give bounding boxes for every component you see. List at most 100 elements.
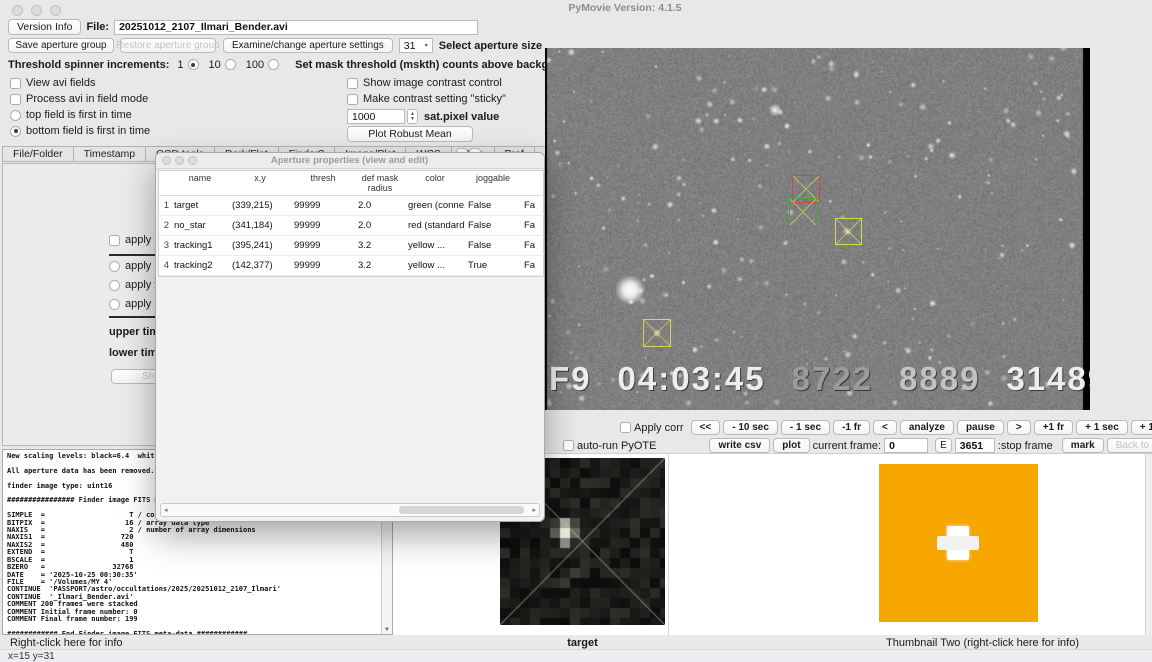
cell-thresh[interactable]: 99999 — [291, 236, 355, 256]
table-row[interactable]: 1 target (339,215) 99999 2.0 green (conne.. Fa… — [159, 196, 544, 216]
aperture-marker-target[interactable] — [789, 198, 817, 226]
top-field-radio[interactable] — [10, 109, 21, 121]
transport-button-1fr[interactable]: +1 fr — [1033, 420, 1074, 435]
cell-extra[interactable]: Fa — [521, 196, 544, 216]
stop-frame-input[interactable]: 3651 — [954, 438, 995, 453]
star-field-image[interactable]: F9 04:03:45 8722 8889 314899 — [545, 48, 1090, 410]
cell-color[interactable]: red (standard) — [405, 216, 465, 236]
scroll-left-icon[interactable]: ◂ — [164, 506, 168, 514]
tab-file-folder[interactable]: File/Folder — [2, 146, 74, 162]
cell-radius[interactable]: 2.0 — [355, 216, 405, 236]
transport-button-[interactable]: < — [872, 420, 897, 435]
file-input[interactable]: 20251012_2107_Ilmari_Bender.avi — [114, 19, 479, 35]
cell-thresh[interactable]: 99999 — [291, 196, 355, 216]
cell-joggable[interactable]: False — [465, 196, 521, 216]
transport-button-10sec[interactable]: - 10 sec — [723, 420, 778, 435]
transport-button-1sec[interactable]: + 1 sec — [1076, 420, 1128, 435]
bottom-field-radio[interactable] — [10, 125, 21, 137]
scrollbar-thumb[interactable] — [399, 506, 524, 514]
sticky-contrast-checkbox[interactable] — [347, 93, 358, 105]
scroll-down-icon[interactable]: ▼ — [384, 627, 390, 633]
threshold-radio-10[interactable] — [224, 59, 236, 70]
table-row[interactable]: 4 tracking2 (142,377) 99999 3.2 yellow ... Tru… — [159, 256, 544, 276]
back-to-mark-button[interactable]: Back to 'mark' — [1106, 438, 1152, 453]
cell-extra[interactable]: Fa — [521, 256, 544, 276]
show-contrast-checkbox[interactable] — [347, 77, 358, 89]
threshold-radio-100[interactable] — [268, 59, 280, 70]
cell-radius[interactable]: 3.2 — [355, 256, 405, 276]
apply-corr-label: Apply corr — [634, 421, 684, 434]
window-controls[interactable] — [12, 5, 61, 16]
write-csv-button[interactable]: write csv — [709, 438, 771, 453]
apply-ho2-radio[interactable] — [109, 298, 120, 310]
plot-button[interactable]: plot — [773, 438, 810, 453]
cell-extra[interactable]: Fa — [521, 236, 544, 256]
apply-ve-radio[interactable] — [109, 279, 120, 291]
transport-button-10sec[interactable]: + 10 sec — [1130, 420, 1152, 435]
cell-radius[interactable]: 2.0 — [355, 196, 405, 216]
cell-num[interactable]: 4 — [159, 256, 171, 276]
cell-xy[interactable]: (339,215) — [229, 196, 291, 216]
cell-joggable[interactable]: False — [465, 236, 521, 256]
cell-color[interactable]: yellow ... — [405, 236, 465, 256]
cell-thresh[interactable]: 99999 — [291, 256, 355, 276]
current-frame-label: current frame: — [812, 439, 882, 452]
apply-corr-checkbox[interactable] — [620, 422, 631, 433]
sat-pixel-stepper[interactable]: ▲ ▼ — [407, 109, 418, 124]
dialog-hscrollbar[interactable]: ◂ ▸ — [160, 503, 540, 517]
cell-num[interactable]: 1 — [159, 196, 171, 216]
current-frame-input[interactable]: 0 — [884, 438, 929, 453]
scroll-right-icon[interactable]: ▸ — [532, 506, 536, 514]
minimize-window-icon[interactable] — [31, 5, 42, 16]
aperture-table-header: name x,y thresh def mask radius color joggabl… — [159, 171, 544, 196]
restore-aperture-group-button[interactable]: Restore aperture group — [116, 38, 220, 53]
cell-thresh[interactable]: 99999 — [291, 216, 355, 236]
aperture-marker-tracking2[interactable] — [643, 319, 671, 347]
cell-name[interactable]: tracking2 — [171, 256, 229, 276]
cell-num[interactable]: 2 — [159, 216, 171, 236]
cell-xy[interactable]: (395,241) — [229, 236, 291, 256]
zoom-window-icon[interactable] — [50, 5, 61, 16]
cell-radius[interactable]: 3.2 — [355, 236, 405, 256]
plot-robust-mean-button[interactable]: Plot Robust Mean — [347, 126, 473, 142]
table-row[interactable]: 3 tracking1 (395,241) 99999 3.2 yellow ... Fal… — [159, 236, 544, 256]
cell-name[interactable]: no_star — [171, 216, 229, 236]
end-frame-button[interactable]: E — [935, 438, 952, 453]
transport-button-1sec[interactable]: - 1 sec — [780, 420, 831, 435]
transport-button-pause[interactable]: pause — [956, 420, 1004, 435]
table-row[interactable]: 2 no_star (341,184) 99999 2.0 red (standard) F… — [159, 216, 544, 236]
panel-divider — [668, 454, 669, 636]
aperture-size-select[interactable]: 31 ▾ — [398, 38, 433, 53]
cell-joggable[interactable]: True — [465, 256, 521, 276]
apply-ho1-radio[interactable] — [109, 260, 120, 272]
mark-button[interactable]: mark — [1061, 438, 1104, 453]
view-avi-fields-checkbox[interactable] — [10, 77, 21, 89]
panel-scrollbar[interactable] — [1145, 454, 1152, 636]
threshold-radio-1[interactable] — [187, 59, 199, 70]
cell-xy[interactable]: (341,184) — [229, 216, 291, 236]
cell-num[interactable]: 3 — [159, 236, 171, 256]
thumbnail-two[interactable] — [879, 464, 1038, 622]
cell-name[interactable]: target — [171, 196, 229, 216]
version-info-button[interactable]: Version Info — [8, 19, 82, 35]
apply-lin-checkbox[interactable] — [109, 234, 120, 246]
cell-extra[interactable]: Fa — [521, 216, 544, 236]
transport-button-[interactable]: << — [690, 420, 721, 435]
sat-pixel-input[interactable]: 1000 — [347, 109, 405, 124]
aperture-marker-tracking1[interactable] — [835, 218, 862, 245]
transport-button-analyze[interactable]: analyze — [899, 420, 954, 435]
transport-button-1fr[interactable]: -1 fr — [833, 420, 870, 435]
cell-name[interactable]: tracking1 — [171, 236, 229, 256]
examine-aperture-settings-button[interactable]: Examine/change aperture settings — [223, 38, 393, 53]
cell-color[interactable]: green (conne.. — [405, 196, 465, 216]
cell-color[interactable]: yellow ... — [405, 256, 465, 276]
dialog-titlebar[interactable]: Aperture properties (view and edit) — [156, 153, 544, 169]
transport-button-[interactable]: > — [1006, 420, 1031, 435]
close-window-icon[interactable] — [12, 5, 23, 16]
process-avi-checkbox[interactable] — [10, 93, 21, 105]
autorun-pyote-checkbox[interactable] — [563, 440, 574, 451]
cell-xy[interactable]: (142,377) — [229, 256, 291, 276]
save-aperture-group-button[interactable]: Save aperture group — [8, 38, 114, 53]
cell-joggable[interactable]: False — [465, 216, 521, 236]
tab-timestamp[interactable]: Timestamp — [73, 146, 147, 162]
